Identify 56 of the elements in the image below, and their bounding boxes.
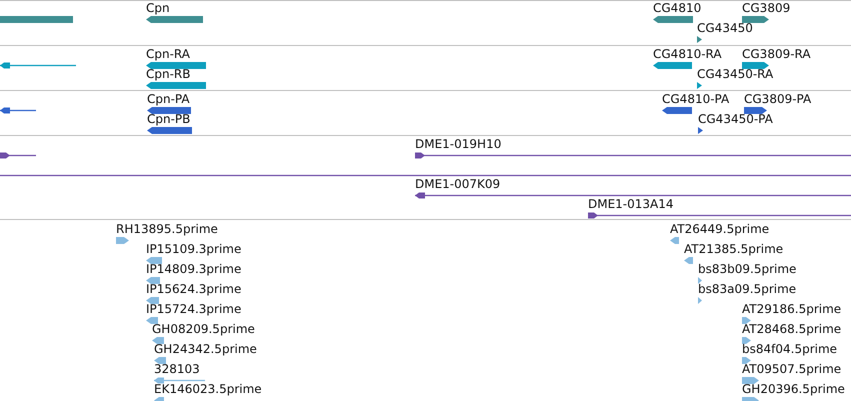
feature-label[interactable]: AT21385.5prime — [684, 243, 784, 256]
feature-label[interactable]: CG3809 — [742, 2, 790, 15]
feature-glyph[interactable] — [697, 36, 702, 43]
feature-glyph[interactable] — [742, 62, 769, 69]
feature-label[interactable]: CG4810-RA — [653, 48, 722, 61]
feature-glyph[interactable] — [653, 62, 692, 69]
feature-glyph[interactable] — [662, 107, 692, 114]
feature-label[interactable]: GH20396.5prime — [742, 383, 845, 396]
feature-glyph[interactable] — [146, 82, 206, 89]
feature-label[interactable]: IP15624.3prime — [146, 283, 242, 296]
feature-label[interactable]: Cpn-PB — [147, 113, 190, 126]
feature-label[interactable]: Cpn-RA — [146, 48, 190, 61]
feature-glyph[interactable] — [147, 107, 191, 114]
feature-label[interactable]: AT29186.5prime — [742, 303, 842, 316]
feature-label[interactable]: IP15109.3prime — [146, 243, 242, 256]
feature-label[interactable]: bs83b09.5prime — [698, 263, 796, 276]
feature-glyph[interactable] — [588, 212, 851, 219]
feature-label[interactable]: Cpn-RB — [146, 68, 191, 81]
feature-glyph[interactable] — [0, 152, 36, 159]
feature-label[interactable]: CG3809-PA — [744, 93, 812, 106]
feature-glyph[interactable] — [146, 62, 206, 69]
feature-glyph[interactable] — [415, 192, 851, 199]
feature-glyph[interactable] — [742, 16, 769, 23]
feature-label[interactable]: Cpn-PA — [147, 93, 190, 106]
feature-label[interactable]: DME1-019H10 — [415, 138, 502, 151]
feature-label[interactable]: bs84f04.5prime — [742, 343, 838, 356]
feature-label[interactable]: Cpn — [146, 2, 170, 15]
feature-glyph[interactable] — [147, 127, 192, 134]
feature-glyph[interactable] — [415, 152, 851, 159]
feature-label[interactable]: DME1-007K09 — [415, 178, 500, 191]
feature-glyph[interactable] — [0, 107, 36, 114]
feature-label[interactable]: IP15724.3prime — [146, 303, 242, 316]
feature-label[interactable]: AT09507.5prime — [742, 363, 842, 376]
feature-glyph[interactable] — [0, 172, 851, 179]
feature-label[interactable]: bs83a09.5prime — [698, 283, 796, 296]
feature-label[interactable]: CG43450 — [697, 22, 753, 35]
feature-label[interactable]: CG3809-RA — [742, 48, 811, 61]
feature-label[interactable]: GH24342.5prime — [154, 343, 257, 356]
feature-glyph[interactable] — [744, 107, 767, 114]
feature-glyph[interactable] — [146, 16, 203, 23]
feature-label[interactable]: AT26449.5prime — [670, 223, 770, 236]
feature-label[interactable]: CG43450-RA — [697, 68, 774, 81]
feature-label[interactable]: CG4810 — [653, 2, 702, 15]
feature-label[interactable]: 328103 — [154, 363, 200, 376]
feature-label[interactable]: GH08209.5prime — [152, 323, 255, 336]
feature-label[interactable]: IP14809.3prime — [146, 263, 242, 276]
feature-label[interactable]: RH13895.5prime — [116, 223, 218, 236]
feature-glyph[interactable] — [0, 62, 76, 69]
feature-glyph[interactable] — [698, 127, 703, 134]
feature-label[interactable]: DME1-013A14 — [588, 198, 674, 211]
feature-label[interactable]: EK146023.5prime — [154, 383, 262, 396]
feature-label[interactable]: CG43450-PA — [698, 113, 773, 126]
feature-label[interactable]: AT28468.5prime — [742, 323, 842, 336]
feature-glyph[interactable] — [697, 82, 702, 89]
feature-label[interactable]: CG4810-PA — [662, 93, 730, 106]
feature-glyph[interactable] — [653, 16, 693, 23]
